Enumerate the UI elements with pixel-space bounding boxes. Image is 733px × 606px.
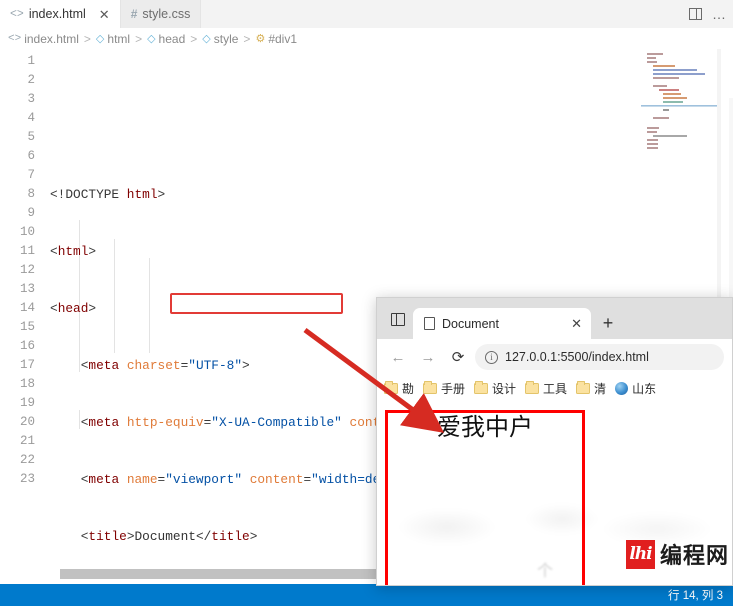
line-number: 13	[19, 282, 35, 296]
bookmark-item[interactable]: 设计	[474, 380, 516, 397]
folder-icon	[423, 381, 438, 394]
breadcrumb-item-file[interactable]: <> index.html	[8, 32, 79, 46]
line-number: 16	[19, 339, 35, 353]
watermark-text: 编程网	[659, 544, 729, 569]
line-number: 22	[19, 453, 35, 467]
line-number: 8	[27, 187, 35, 201]
bookmark-label: 山东	[632, 382, 657, 396]
breadcrumb-item-head[interactable]: ◇ head	[147, 32, 185, 46]
html-file-icon: <>	[8, 32, 22, 45]
tag-icon: ◇	[202, 33, 211, 45]
line-number: 23	[19, 472, 35, 486]
breadcrumb-label: #div1	[268, 31, 297, 46]
site-watermark: lhi 编程网	[625, 538, 729, 570]
address-bar-url: 127.0.0.1:5500/index.html	[505, 350, 649, 364]
folder-icon	[384, 381, 398, 394]
reload-icon[interactable]: ⟳	[445, 344, 471, 370]
tag-icon: ◇	[95, 33, 105, 45]
watermark-logo-icon: lhi	[625, 539, 655, 569]
breadcrumb-label: style	[213, 31, 239, 46]
line-number: 15	[19, 320, 35, 334]
tag-icon: ◇	[147, 33, 156, 45]
folder-icon	[525, 381, 540, 394]
editor-tab-label: index.html	[28, 7, 86, 21]
line-number: 3	[27, 92, 35, 106]
new-tab-button[interactable]: +	[591, 308, 625, 339]
line-number: 17	[19, 358, 35, 372]
css-file-icon: #	[130, 7, 138, 21]
breadcrumb-separator: >	[190, 31, 198, 46]
close-icon[interactable]: ✕	[571, 316, 582, 332]
bookmark-item[interactable]: 工具	[525, 380, 567, 397]
html-file-icon: <>	[10, 7, 24, 21]
breadcrumb-label: index.html	[24, 31, 79, 46]
browser-nav-bar: ← → ⟳ i 127.0.0.1:5500/index.html	[377, 339, 732, 375]
globe-icon	[615, 382, 629, 395]
address-bar[interactable]: i 127.0.0.1:5500/index.html	[475, 344, 724, 370]
line-number: 10	[19, 225, 35, 239]
rendered-div1: 爱我中户	[385, 410, 585, 585]
browser-tab-document[interactable]: Document ✕	[413, 308, 591, 339]
browser-tab-title: Document	[442, 316, 499, 331]
browser-tab-bar: Document ✕ +	[377, 298, 732, 339]
line-number: 5	[27, 130, 35, 144]
back-icon[interactable]: ←	[385, 344, 411, 370]
page-icon	[424, 317, 435, 330]
bookmark-item[interactable]: 手册	[423, 380, 465, 397]
folder-icon	[474, 381, 489, 394]
status-bar: 行 14, 列 3	[0, 584, 733, 606]
selector-icon: ⚙	[255, 33, 266, 45]
line-number: 12	[19, 263, 35, 277]
breadcrumb-item-div1[interactable]: ⚙ #div1	[255, 32, 297, 46]
line-number: 20	[19, 415, 35, 429]
line-number: 6	[27, 149, 35, 163]
line-number: 14	[19, 301, 35, 315]
split-editor-icon[interactable]	[689, 8, 702, 20]
editor-tab-index-html[interactable]: <> index.html ✕	[0, 0, 121, 28]
line-number: 1	[27, 54, 35, 68]
line-number: 19	[19, 396, 35, 410]
tab-list-icon[interactable]	[383, 305, 413, 333]
editor-tab-label: style.css	[142, 7, 191, 21]
cursor-position[interactable]: 行 14, 列 3	[668, 587, 723, 603]
bookmark-item[interactable]: 勘	[384, 380, 414, 397]
bookmark-item[interactable]: 山东	[615, 380, 656, 397]
bookmark-item[interactable]: 清	[576, 380, 606, 397]
breadcrumb-separator: >	[243, 31, 251, 46]
breadcrumb-item-html[interactable]: ◇ html	[96, 32, 130, 46]
close-icon[interactable]: ✕	[99, 8, 110, 21]
line-number: 2	[27, 73, 35, 87]
line-number-gutter: 1 2 3 4 5 6 7 8 9 10 11 12 13 14 15 16 1…	[0, 49, 44, 579]
line-number: 9	[27, 206, 35, 220]
breadcrumb-item-style[interactable]: ◇ style	[202, 32, 238, 46]
bookmark-label: 手册	[441, 382, 466, 396]
site-info-icon[interactable]: i	[485, 350, 498, 364]
bookmark-label: 勘	[402, 382, 415, 396]
line-number: 7	[27, 168, 35, 182]
breadcrumb: <> index.html > ◇ html > ◇ head > ◇ styl…	[0, 28, 733, 49]
line-number: 21	[19, 434, 35, 448]
blurred-glyph: 个	[537, 561, 554, 580]
editor-tab-strip: <> index.html ✕ # style.css …	[0, 0, 733, 28]
line-number: 11	[19, 244, 35, 258]
code-line: <html>	[50, 244, 97, 259]
breadcrumb-label: html	[107, 31, 131, 46]
bookmarks-bar: 勘 手册 设计 工具 清 山东	[377, 375, 732, 402]
bookmark-label: 工具	[543, 382, 568, 396]
tab-list-glyph	[391, 312, 405, 326]
folder-icon	[576, 381, 591, 394]
breadcrumb-label: head	[158, 31, 186, 46]
bookmark-label: 清	[594, 382, 607, 396]
editor-tab-style-css[interactable]: # style.css	[120, 0, 202, 28]
line-number: 18	[19, 377, 35, 391]
forward-icon[interactable]: →	[415, 344, 441, 370]
bookmark-label: 设计	[492, 382, 517, 396]
rendered-div1-text: 爱我中户	[437, 413, 533, 441]
editor-actions: …	[689, 0, 727, 28]
line-number: 4	[27, 111, 35, 125]
breadcrumb-separator: >	[83, 31, 91, 46]
code-line: <!DOCTYPE html>	[50, 187, 166, 202]
breadcrumb-separator: >	[135, 31, 143, 46]
more-actions-icon[interactable]: …	[712, 7, 727, 21]
